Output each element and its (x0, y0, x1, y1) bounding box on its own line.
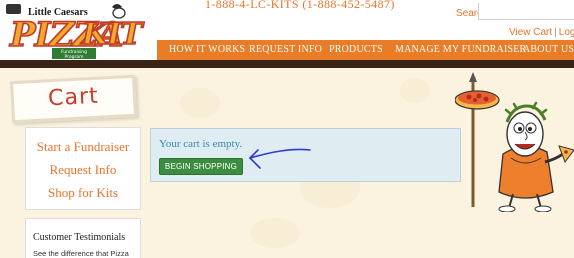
svg-text:KIT: KIT (81, 17, 145, 52)
link-separator: | (554, 27, 557, 38)
nav-about-us[interactable]: ABOUT US (523, 44, 574, 55)
main-nav: HOW IT WORKS REQUEST INFO PRODUCTS MANAG… (157, 40, 574, 60)
view-cart-link[interactable]: View Cart (509, 27, 552, 38)
pizza-kit-logo[interactable]: PIZZA KIT Fundraising Program Little Cae… (6, 4, 148, 60)
site-header: PIZZA KIT Fundraising Program Little Cae… (0, 0, 574, 60)
testimonials-text: See the difference that Pizza (33, 249, 129, 258)
sidebar-links-box: Start a Fundraiser Request Info Shop for… (25, 127, 141, 210)
little-caesar-mascot-icon (455, 72, 574, 212)
nav-products[interactable]: PRODUCTS (329, 44, 383, 55)
account-links: View Cart|Login (509, 27, 574, 38)
testimonials-box: Customer Testimonials See the difference… (25, 218, 141, 258)
testimonials-title: Customer Testimonials (33, 232, 126, 243)
page-title-sign: Cart (9, 74, 138, 124)
sidebar-link-request-info[interactable]: Request Info (26, 162, 140, 178)
search-input[interactable] (478, 3, 574, 20)
nav-manage-my-fundraiser[interactable]: MANAGE MY FUNDRAISER (395, 44, 526, 55)
sidebar-link-start-fundraiser[interactable]: Start a Fundraiser (26, 139, 140, 155)
phone-number: 1-888-4-LC-KITS (1-888-452-5487) (205, 0, 395, 11)
page-title: Cart (47, 83, 100, 112)
begin-shopping-button[interactable]: BEGIN SHOPPING (159, 158, 243, 175)
empty-cart-message: Your cart is empty. (159, 138, 243, 150)
sidebar-link-shop-for-kits[interactable]: Shop for Kits (26, 185, 140, 201)
login-link[interactable]: Login (559, 27, 574, 38)
little-caesars-wordmark: Little Caesars (28, 7, 88, 18)
nav-request-info[interactable]: REQUEST INFO (249, 44, 322, 55)
nav-how-it-works[interactable]: HOW IT WORKS (169, 44, 245, 55)
hand-drawn-arrow-icon (249, 148, 311, 169)
